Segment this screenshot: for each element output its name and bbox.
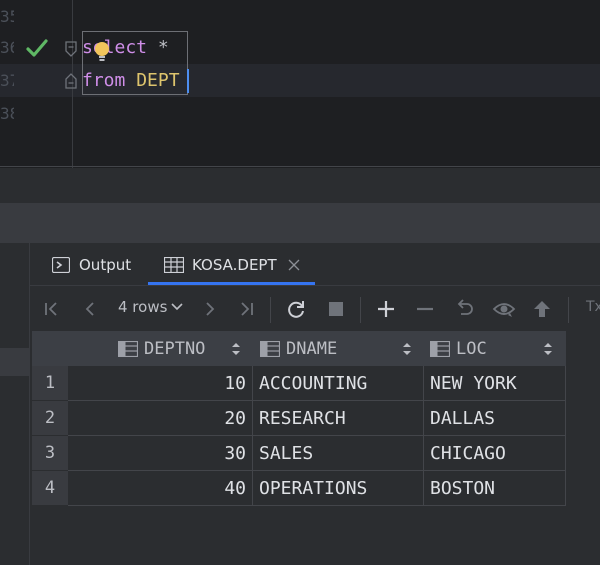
row-count-selector[interactable]: 4 rows — [118, 298, 183, 316]
column-name: LOC — [456, 338, 487, 359]
sort-icon[interactable] — [543, 342, 553, 356]
row-number[interactable]: 3 — [32, 436, 68, 471]
table-row[interactable]: 1 10 ACCOUNTING NEW YORK — [32, 366, 566, 401]
cell-deptno[interactable]: 20 — [68, 401, 253, 436]
cell-loc[interactable]: CHICAGO — [424, 436, 566, 471]
table-row[interactable]: 4 40 OPERATIONS BOSTON — [32, 471, 566, 506]
tab-output[interactable]: Output — [52, 243, 131, 286]
column-icon — [260, 340, 280, 357]
tab-label: Output — [79, 255, 132, 274]
delete-row-icon[interactable] — [413, 297, 437, 321]
line-number: 35 — [0, 7, 14, 26]
toolbar-separator — [568, 297, 569, 323]
cell-deptno[interactable]: 30 — [68, 436, 253, 471]
tab-label: KOSA.DEPT — [192, 255, 277, 274]
results-toolbar: 4 rows Tx — [30, 287, 600, 331]
execution-success-icon — [26, 39, 48, 57]
sort-icon[interactable] — [402, 342, 412, 356]
column-icon — [430, 340, 450, 357]
row-count-label: 4 rows — [118, 298, 168, 316]
refresh-icon[interactable] — [284, 297, 308, 321]
sql-editor[interactable]: 35 36 37 38 select * from DEPT — [0, 0, 600, 168]
cell-loc[interactable]: NEW YORK — [424, 366, 566, 401]
services-tree-selected-item[interactable] — [0, 348, 30, 376]
cell-dname[interactable]: OPERATIONS — [253, 471, 424, 506]
table-icon — [164, 256, 184, 273]
tab-kosa-dept[interactable]: KOSA.DEPT — [164, 243, 300, 286]
intention-bulb-icon[interactable] — [94, 41, 110, 63]
cell-loc[interactable]: BOSTON — [424, 471, 566, 506]
next-page-icon[interactable] — [198, 297, 222, 321]
first-page-icon[interactable] — [40, 297, 64, 321]
services-tree-panel[interactable] — [0, 243, 30, 565]
column-header-loc[interactable]: LOC — [430, 331, 487, 366]
cell-dname[interactable]: RESEARCH — [253, 401, 424, 436]
table-row[interactable]: 2 20 RESEARCH DALLAS — [32, 401, 566, 436]
line-number: 38 — [0, 104, 14, 123]
fold-start-icon[interactable] — [64, 41, 78, 57]
column-header-dname[interactable]: DNAME — [260, 331, 337, 366]
column-name: DEPTNO — [144, 338, 206, 359]
active-tab-indicator — [148, 282, 315, 285]
close-icon[interactable] — [288, 259, 300, 271]
cell-deptno[interactable]: 10 — [68, 366, 253, 401]
column-icon — [118, 340, 138, 357]
toolbar-separator — [270, 297, 271, 323]
previous-page-icon[interactable] — [78, 297, 102, 321]
editor-border — [0, 166, 600, 167]
editor-status-area — [0, 168, 600, 203]
cell-dname[interactable]: ACCOUNTING — [253, 366, 424, 401]
text-caret — [187, 69, 189, 93]
chevron-down-icon — [171, 303, 183, 311]
fold-end-icon[interactable] — [64, 73, 78, 89]
revert-icon[interactable] — [452, 297, 476, 321]
add-row-icon[interactable] — [374, 297, 398, 321]
column-name: DNAME — [286, 338, 338, 359]
submit-arrow-up-icon[interactable] — [530, 297, 554, 321]
cell-deptno[interactable]: 40 — [68, 471, 253, 506]
table-row[interactable]: 3 30 SALES CHICAGO — [32, 436, 566, 471]
cell-loc[interactable]: DALLAS — [424, 401, 566, 436]
column-header-deptno[interactable]: DEPTNO — [118, 331, 205, 366]
line-number: 36 — [0, 38, 14, 57]
console-icon — [52, 256, 70, 273]
view-eye-icon[interactable] — [492, 297, 516, 321]
transaction-mode-label[interactable]: Tx — [586, 299, 600, 315]
results-tool-window: Output KOSA.DEPT 4 rows Tx DEPTNO DNAME … — [0, 243, 600, 565]
row-number[interactable]: 4 — [32, 471, 68, 506]
row-number[interactable]: 2 — [32, 401, 68, 436]
stop-icon[interactable] — [324, 297, 348, 321]
grid-header-row: DEPTNO DNAME LOC — [32, 331, 566, 366]
cell-dname[interactable]: SALES — [253, 436, 424, 471]
splitter-strip[interactable] — [0, 203, 600, 243]
row-number[interactable]: 1 — [32, 366, 68, 401]
toolbar-separator — [360, 297, 361, 323]
sort-icon[interactable] — [231, 342, 241, 356]
ide-window: 35 36 37 38 select * from DEPT — [0, 0, 600, 565]
line-number: 37 — [0, 71, 14, 90]
last-page-icon[interactable] — [234, 297, 258, 321]
